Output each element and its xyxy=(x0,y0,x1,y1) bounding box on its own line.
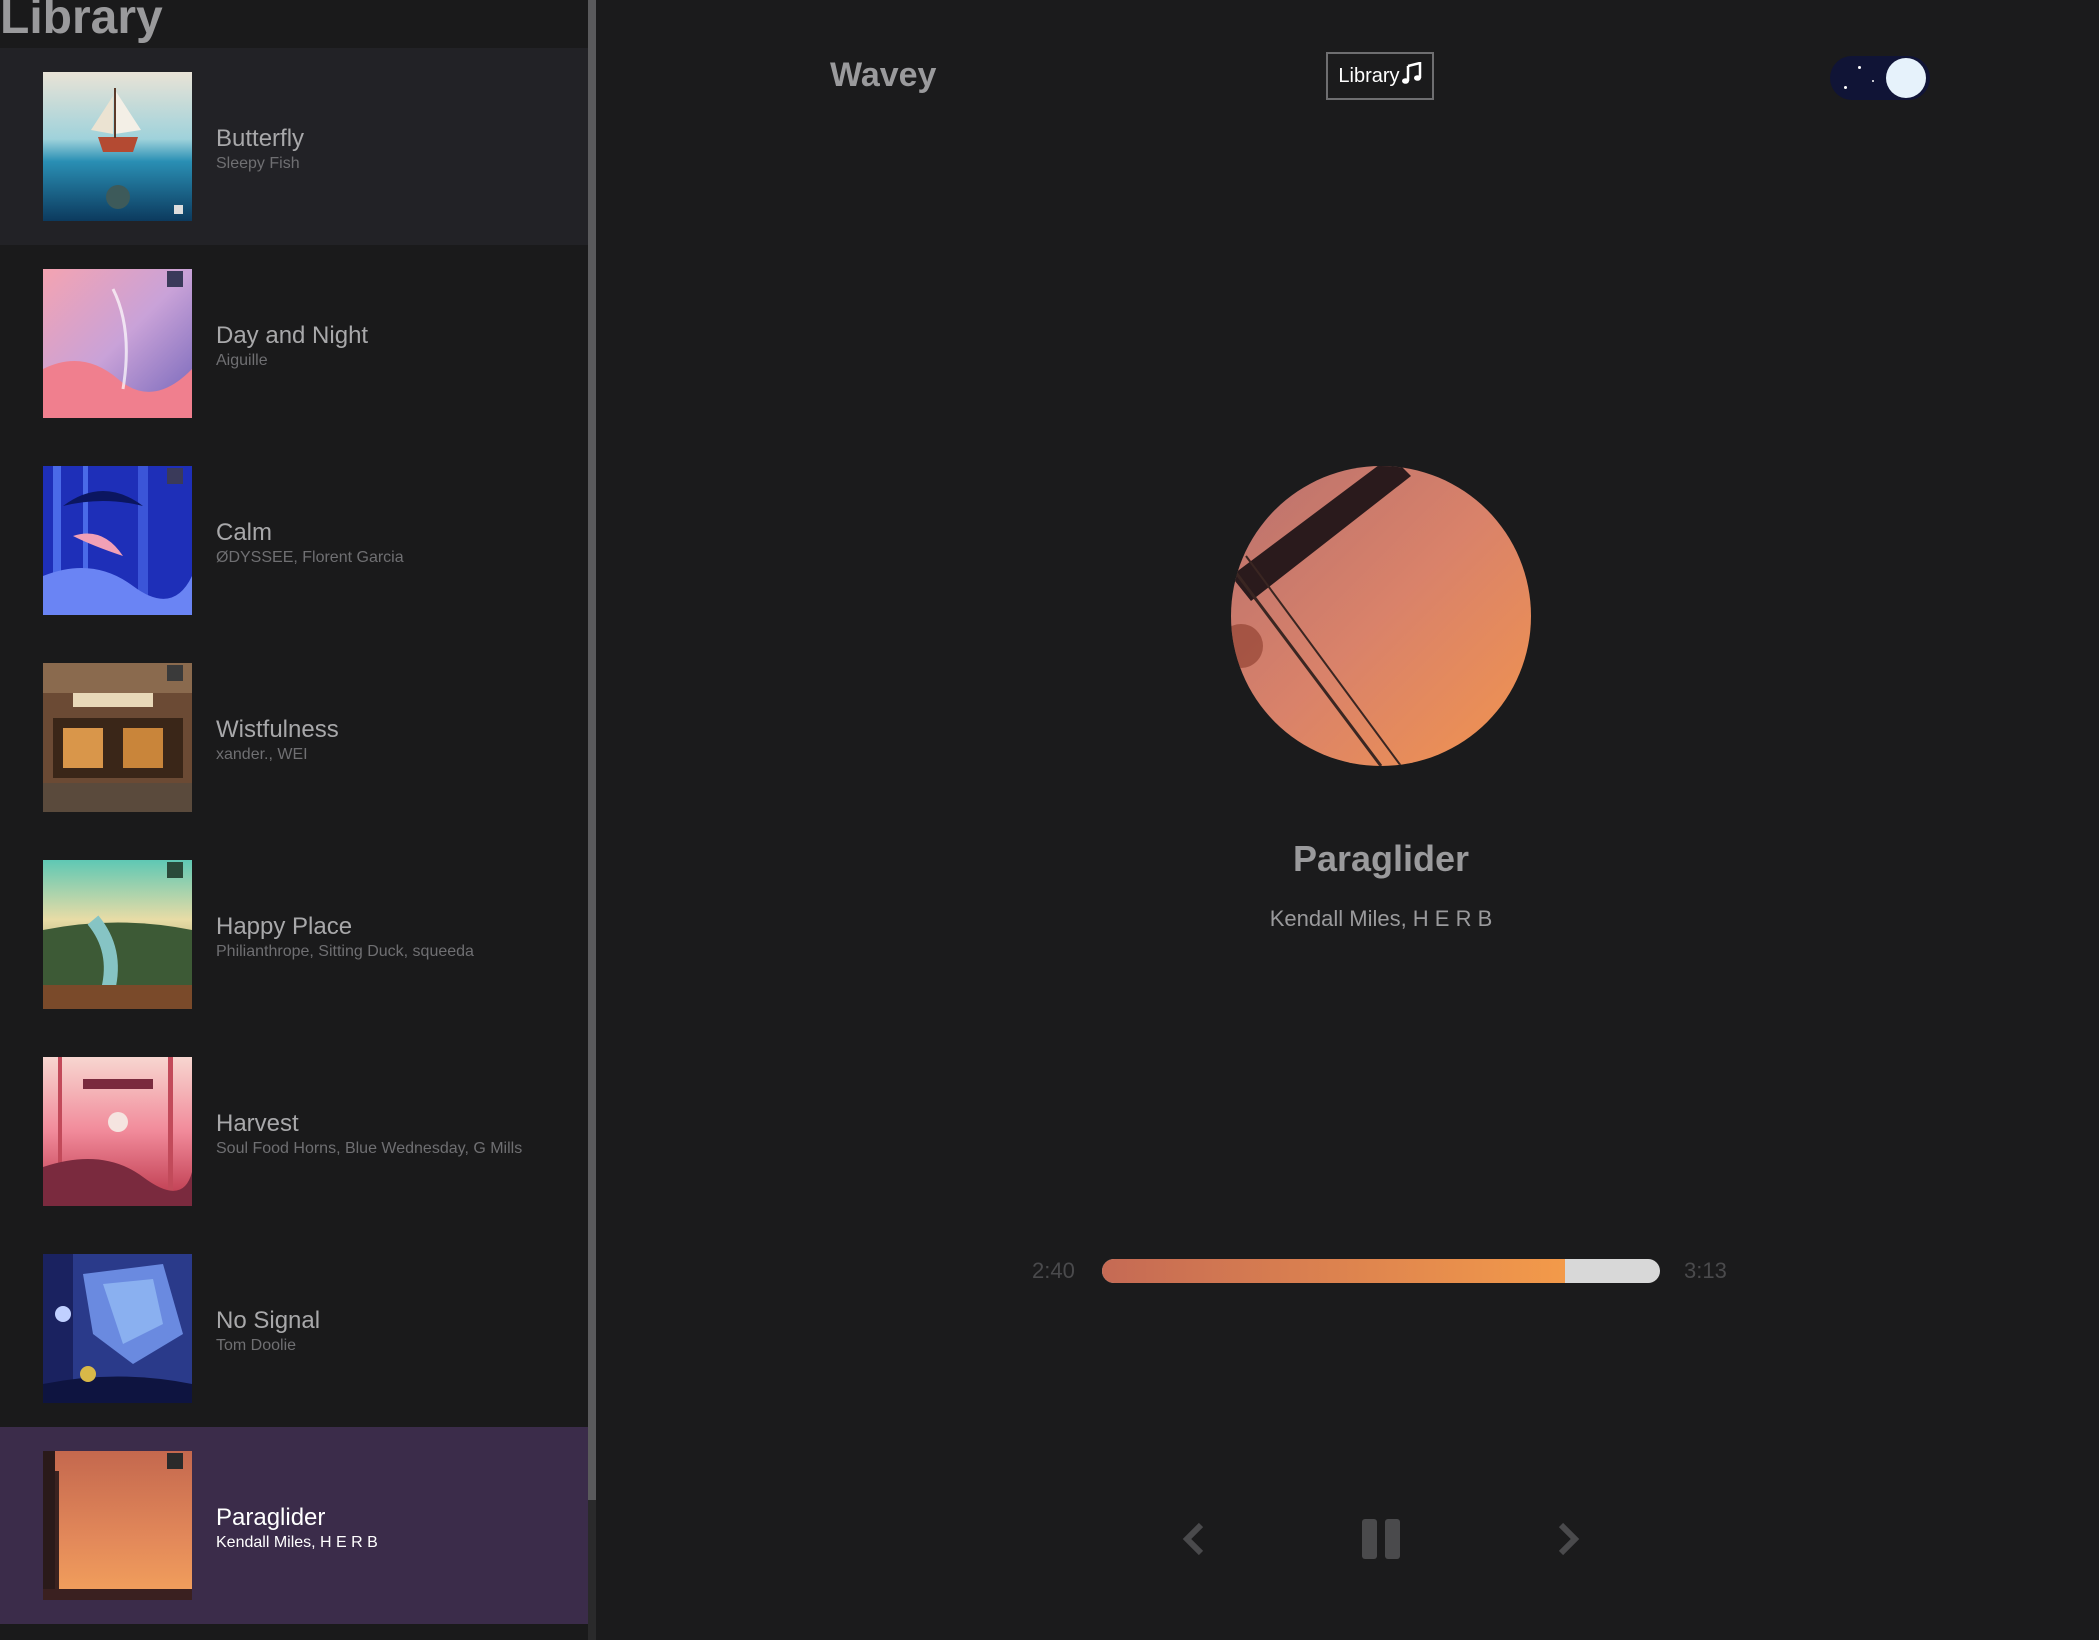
now-playing-title: Paraglider xyxy=(1292,838,1470,879)
chevron-left-icon xyxy=(1181,1522,1205,1561)
star-icon xyxy=(1844,86,1847,89)
song-item[interactable]: Day and Night Aiguille xyxy=(0,245,588,442)
pause-icon xyxy=(1359,1517,1403,1566)
song-artist: Sleepy Fish xyxy=(216,155,300,172)
library-button-label: Library xyxy=(1338,64,1400,87)
song-item[interactable]: Happy Place Philianthrope, Sitting Duck,… xyxy=(0,836,588,1033)
song-artist: xander., WEI xyxy=(216,746,308,763)
library-scrollbar-thumb[interactable] xyxy=(588,0,596,1500)
song-name: Wistfulness xyxy=(216,716,339,743)
song-artist: Kendall Miles, H E R B xyxy=(216,1534,378,1551)
song-name: Paraglider xyxy=(216,1504,326,1531)
song-name: Butterfly xyxy=(216,125,305,152)
song-info: Butterfly Sleepy Fish xyxy=(216,124,304,174)
song-item[interactable]: Butterfly Sleepy Fish xyxy=(0,48,588,245)
library-toggle-button[interactable]: Library xyxy=(1326,52,1434,100)
theme-toggle[interactable] xyxy=(1830,56,1930,100)
song-artist: Tom Doolie xyxy=(216,1337,297,1354)
song-list: Butterfly Sleepy Fish Day and Night Aigu… xyxy=(0,48,588,1624)
song-artist: Soul Food Horns, Blue Wednesday, G Mills xyxy=(216,1140,523,1157)
song-item[interactable]: Wistfulness xander., WEI xyxy=(0,639,588,836)
song-info: Wistfulness xander., WEI xyxy=(216,715,339,765)
song-info: Paraglider Kendall Miles, H E R B xyxy=(216,1503,378,1553)
song-name: Happy Place xyxy=(216,913,353,940)
album-cover xyxy=(43,1451,192,1600)
progress-fill xyxy=(1102,1259,1566,1283)
previous-button[interactable] xyxy=(1168,1516,1218,1566)
brand-logo: Wavey xyxy=(830,56,937,94)
song-info: Day and Night Aiguille xyxy=(216,321,368,371)
now-playing-cover xyxy=(1231,466,1531,766)
song-info: Happy Place Philianthrope, Sitting Duck,… xyxy=(216,912,474,962)
song-item[interactable]: Calm ØDYSSEE, Florent Garcia xyxy=(0,442,588,639)
song-name: Harvest xyxy=(216,1110,299,1137)
music-note-icon xyxy=(1401,61,1422,90)
album-cover xyxy=(43,72,192,221)
song-info: No Signal Tom Doolie xyxy=(216,1306,320,1356)
song-name: Day and Night xyxy=(216,322,369,349)
total-time: 3:13 xyxy=(1684,1258,1727,1283)
song-info: Calm ØDYSSEE, Florent Garcia xyxy=(216,518,404,568)
progress-slider[interactable] xyxy=(1102,1259,1660,1283)
song-item[interactable]: Harvest Soul Food Horns, Blue Wednesday,… xyxy=(0,1033,588,1230)
chevron-right-icon xyxy=(1557,1522,1581,1561)
star-icon xyxy=(1858,66,1861,69)
album-cover xyxy=(43,466,192,615)
now-playing-artist: Kendall Miles, H E R B xyxy=(1269,906,1493,931)
song-artist: ØDYSSEE, Florent Garcia xyxy=(216,549,404,566)
current-time: 2:40 xyxy=(1032,1258,1075,1283)
star-icon xyxy=(1872,80,1874,82)
song-artist: Aiguille xyxy=(216,352,268,369)
album-cover xyxy=(43,1254,192,1403)
song-item[interactable]: Paraglider Kendall Miles, H E R B xyxy=(0,1427,588,1624)
album-cover xyxy=(43,269,192,418)
moon-icon xyxy=(1886,58,1926,98)
play-pause-button[interactable] xyxy=(1356,1516,1406,1566)
library-title: Library xyxy=(0,0,163,44)
song-name: Calm xyxy=(216,519,273,546)
song-artist: Philianthrope, Sitting Duck, squeeda xyxy=(216,943,474,960)
album-cover xyxy=(43,860,192,1009)
album-cover xyxy=(43,1057,192,1206)
next-button[interactable] xyxy=(1544,1516,1594,1566)
song-info: Harvest Soul Food Horns, Blue Wednesday,… xyxy=(216,1109,522,1159)
album-cover xyxy=(43,663,192,812)
song-item[interactable]: No Signal Tom Doolie xyxy=(0,1230,588,1427)
song-name: No Signal xyxy=(216,1307,321,1334)
library-panel: Library Butterfly Sleepy Fish Day and Ni… xyxy=(0,0,588,1640)
